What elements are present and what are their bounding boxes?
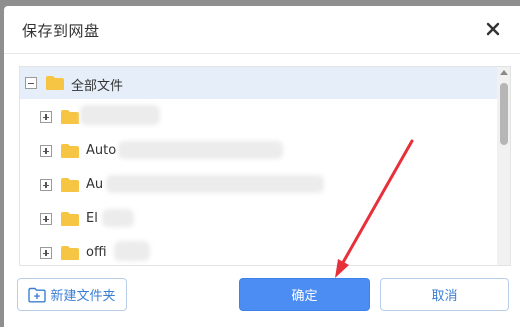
scroll-thumb[interactable] [500, 83, 508, 145]
new-folder-label: 新建文件夹 [50, 289, 116, 304]
tree-item-label: 全部文件 [71, 79, 124, 94]
tree-row[interactable]: offi [20, 237, 498, 265]
cancel-label: 取消 [431, 289, 458, 304]
expand-icon[interactable] [40, 111, 52, 123]
folder-tree: 全部文件 Auto Au El offi [19, 66, 511, 266]
close-icon[interactable] [482, 18, 504, 40]
tree-row[interactable]: El [20, 203, 498, 235]
dialog-header: 保存到网盘 [4, 6, 520, 54]
folder-icon [61, 110, 79, 124]
tree-row[interactable]: Auto [20, 135, 498, 167]
expand-icon[interactable] [40, 145, 52, 157]
folder-icon [61, 144, 79, 158]
expand-icon[interactable] [40, 179, 52, 191]
tree-item-label: Auto [86, 143, 117, 158]
folder-icon [61, 246, 79, 260]
folder-icon [61, 212, 79, 226]
expand-icon[interactable] [40, 247, 52, 259]
collapse-icon[interactable] [25, 77, 37, 89]
expand-icon[interactable] [40, 213, 52, 225]
redacted-text [80, 105, 160, 125]
tree-row-root[interactable]: 全部文件 [20, 67, 498, 99]
tree-row[interactable] [20, 101, 498, 133]
folder-icon [61, 178, 79, 192]
save-to-netdisk-dialog: 保存到网盘 全部文件 Auto Au El offi 新建文件夹 确定 取消 [4, 6, 520, 327]
dialog-title: 保存到网盘 [22, 22, 100, 40]
redacted-text [102, 209, 134, 227]
scroll-up-arrow-icon[interactable] [500, 70, 508, 75]
tree-item-label: El [86, 211, 98, 226]
cancel-button[interactable]: 取消 [380, 278, 509, 311]
confirm-button[interactable]: 确定 [239, 278, 370, 311]
folder-icon [46, 76, 64, 90]
tree-item-label: Au [86, 177, 104, 192]
redacted-text [118, 141, 283, 159]
redacted-text [114, 241, 150, 261]
tree-item-label: offi [86, 245, 107, 260]
confirm-label: 确定 [291, 289, 318, 304]
tree-row[interactable]: Au [20, 169, 498, 201]
new-folder-icon [28, 287, 47, 302]
redacted-text [106, 175, 324, 193]
tree-scrollbar[interactable] [497, 67, 510, 265]
new-folder-button[interactable]: 新建文件夹 [17, 278, 127, 311]
